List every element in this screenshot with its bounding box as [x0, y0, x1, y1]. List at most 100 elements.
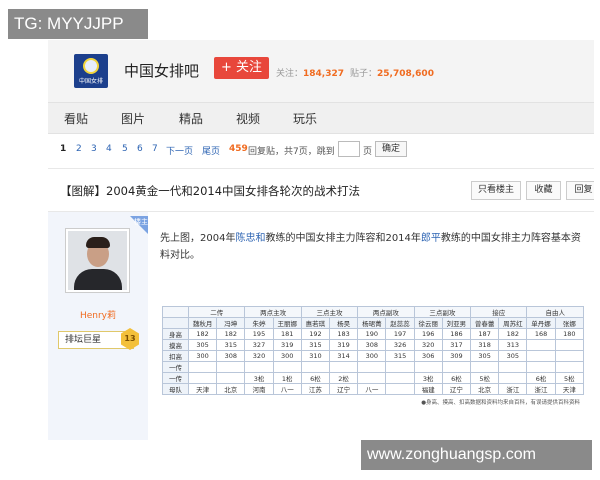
- volleyball-icon: [83, 58, 99, 74]
- forum-page: 中国女排 中国女排吧 + 关注 关注：184,327 贴子：25,708,600…: [48, 40, 594, 440]
- avatar-body: [74, 269, 122, 290]
- forum-name[interactable]: 中国女排吧: [124, 60, 199, 81]
- table-cell: [272, 361, 302, 373]
- table-cell: 6松: [441, 372, 472, 384]
- row-label-cell: 摸高: [162, 339, 189, 351]
- table-cell: [526, 361, 556, 373]
- table-cell: 315: [300, 339, 331, 351]
- post-body: 先上图，2004年陈忠和教练的中国女排主力阵容和2014年郎平教练的中国女排主力…: [160, 230, 590, 264]
- follow-button[interactable]: + 关注: [214, 57, 269, 79]
- player-name-cell: 徐云丽: [413, 317, 443, 329]
- table-cell: 305: [187, 339, 218, 351]
- table-row: 二传 两点主攻 三点主攻 两点副攻 三点副攻 接应 自由人: [162, 306, 584, 318]
- table-cell: [329, 361, 359, 373]
- tab-video[interactable]: 视频: [236, 110, 260, 127]
- coach-link-1[interactable]: 陈忠和: [235, 233, 265, 244]
- followers-count: 184,327: [303, 69, 345, 79]
- avatar-hair: [86, 237, 110, 248]
- player-name-cell: 杨昊: [329, 317, 359, 329]
- table-cell: 305: [498, 350, 528, 362]
- reply-button[interactable]: 回复: [566, 181, 594, 200]
- table-cell: 306: [413, 350, 443, 362]
- post-text-b: 教练的中国女排主力阵容和2014年: [265, 233, 421, 244]
- position-group-header: 三点主攻: [300, 306, 359, 318]
- table-cell: 北京: [470, 383, 500, 395]
- table-cell: 300: [187, 350, 218, 362]
- tab-fun[interactable]: 玩乐: [293, 110, 317, 127]
- table-cell: 福建: [413, 383, 443, 395]
- followers-label: 关注：: [276, 69, 304, 79]
- table-corner-cell: [162, 306, 189, 318]
- next-page-link[interactable]: 下一页: [166, 144, 193, 157]
- table-row: 摸高 305 315 327 319 315 319 308 326 320 317 318 313: [162, 339, 585, 351]
- table-cell: 八一: [272, 383, 302, 395]
- player-name-cell: 魏秋月: [187, 317, 218, 329]
- table-cell: 浙江: [526, 383, 556, 395]
- table-cell: [470, 361, 500, 373]
- last-page-link[interactable]: 尾页: [202, 144, 220, 157]
- table-cell: 江苏: [300, 383, 331, 395]
- table-cell: 183: [329, 328, 359, 340]
- player-name-cell: 刘亚男: [441, 317, 472, 329]
- table-cell: [413, 361, 443, 373]
- page-6[interactable]: 6: [137, 144, 143, 154]
- table-cell: 313: [498, 339, 528, 351]
- page-jump-input[interactable]: [338, 141, 360, 157]
- table-cell: [357, 372, 387, 384]
- comparison-table-image: 二传 两点主攻 三点主攻 两点副攻 三点副攻 接应 自由人 魏秋月 冯坤 朱婷 王丽娜 惠若琪 杨昊 杨珺…: [162, 306, 585, 414]
- tab-featured[interactable]: 精品: [179, 110, 203, 127]
- table-cell: 5松: [554, 372, 585, 384]
- table-cell: [554, 361, 585, 373]
- post-title-bar: 【图解】2004黄金一代和2014中国女排各轮次的战术打法 只看楼主 收藏 回复: [48, 168, 594, 212]
- table-cell: 319: [329, 339, 359, 351]
- only-op-button[interactable]: 只看楼主: [471, 181, 521, 200]
- table-cell: 186: [441, 328, 472, 340]
- page-1: 1: [60, 144, 67, 154]
- table-cell: 辽宁: [329, 383, 359, 395]
- page-7[interactable]: 7: [152, 144, 158, 154]
- table-cell: 315: [216, 339, 246, 351]
- table-cell: 327: [244, 339, 274, 351]
- table-cell: 天津: [187, 383, 218, 395]
- tab-kantie[interactable]: 看贴: [64, 110, 88, 127]
- table-cell: 天津: [554, 383, 585, 395]
- table-cell: [554, 350, 585, 362]
- table-row: 母队 天津 北京 河南 八一 江苏 辽宁 八一 福建 辽宁 北京 浙江 浙江 天津: [162, 383, 585, 395]
- forum-header: 中国女排 中国女排吧 + 关注 关注：184,327 贴子：25,708,600: [48, 40, 594, 102]
- player-name-cell: 曾春蕾: [470, 317, 500, 329]
- author-name[interactable]: Henry莉: [48, 308, 148, 321]
- player-name-cell: 朱婷: [244, 317, 274, 329]
- table-cell: [498, 372, 528, 384]
- table-cell: 3松: [244, 372, 274, 384]
- table-row: 身高 182 182 195 181 192 183 190 197 196 186 187 182 16…: [162, 328, 585, 340]
- position-group-header: 三点副攻: [413, 306, 472, 318]
- player-name-cell: 杨珺菁: [357, 317, 387, 329]
- forum-nav: 看贴 图片 精品 视频 玩乐: [48, 102, 594, 134]
- posts-count: 25,708,600: [377, 69, 434, 79]
- table-cell: 1松: [272, 372, 302, 384]
- rank-label: 排坛巨星: [65, 335, 102, 345]
- table-note: ●身高、摸高、扣高数据和资料均来自百科，有误请提供百科资料: [421, 400, 580, 406]
- position-group-header: 接应: [470, 306, 528, 318]
- page-jump-confirm-button[interactable]: 确定: [375, 141, 407, 157]
- table-cell: 197: [385, 328, 415, 340]
- page-3[interactable]: 3: [91, 144, 97, 154]
- page-unit: 页: [363, 147, 373, 157]
- table-cell: [385, 383, 415, 395]
- coach-link-2[interactable]: 郎平: [421, 233, 441, 244]
- table-cell: 319: [272, 339, 302, 351]
- table-row: 扣高 300 308 320 300 310 314 300 315 306 309 305 305: [162, 350, 585, 362]
- forum-logo[interactable]: 中国女排: [74, 54, 108, 88]
- favorite-button[interactable]: 收藏: [526, 181, 561, 200]
- posts-label: 贴子：: [350, 69, 378, 79]
- table-cell: 196: [413, 328, 443, 340]
- player-name-cell: 王丽娜: [272, 317, 302, 329]
- op-badge: 楼主: [134, 218, 148, 226]
- tab-images[interactable]: 图片: [121, 110, 145, 127]
- avatar[interactable]: [65, 228, 130, 293]
- table-cell: 320: [413, 339, 443, 351]
- position-group-header: 两点主攻: [244, 306, 302, 318]
- page-4[interactable]: 4: [106, 144, 112, 154]
- page-2[interactable]: 2: [76, 144, 82, 154]
- page-5[interactable]: 5: [122, 144, 128, 154]
